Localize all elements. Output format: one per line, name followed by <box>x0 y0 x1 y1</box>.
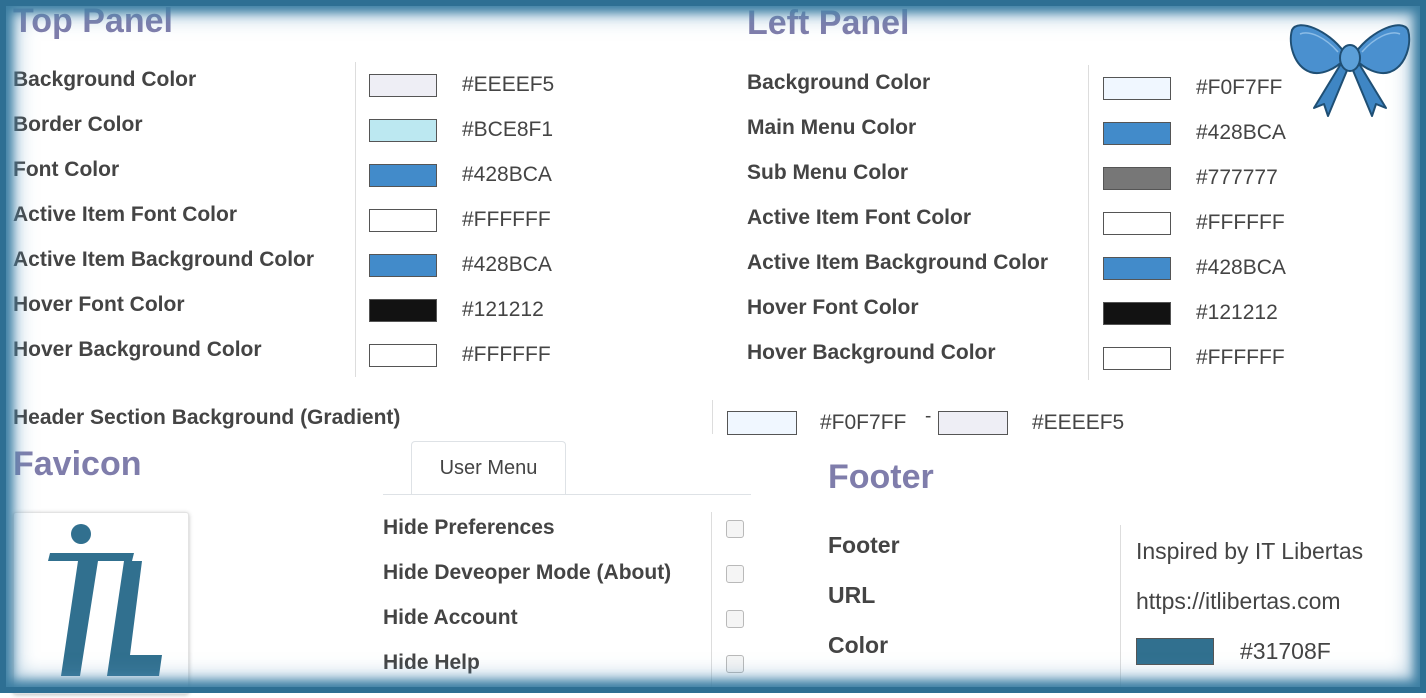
left-panel-hex-value: #428BCA <box>1196 121 1286 144</box>
left-panel-row-label: Main Menu Color <box>747 116 917 139</box>
header-section-divider <box>712 400 713 434</box>
top-panel-divider <box>355 62 356 377</box>
footer-url-label: URL <box>828 582 876 608</box>
left-panel-color-swatch[interactable] <box>1103 77 1171 100</box>
header-section-label: Header Section Background (Gradient) <box>13 406 401 429</box>
top-panel-title: Top Panel <box>13 2 173 40</box>
left-panel-hex-value: #777777 <box>1196 166 1278 189</box>
top-panel-row-label: Font Color <box>13 158 120 181</box>
user-menu-option-label: Hide Help <box>383 651 480 674</box>
top-panel-row-label: Hover Background Color <box>13 338 262 361</box>
tab-user-menu[interactable]: User Menu <box>411 441 566 495</box>
left-panel-row-label: Sub Menu Color <box>747 161 908 184</box>
top-panel-row-label: Hover Font Color <box>13 293 185 316</box>
header-gradient-end-swatch[interactable] <box>938 411 1008 435</box>
header-gradient-start-hex: #F0F7FF <box>820 411 907 434</box>
left-panel-color-swatch[interactable] <box>1103 212 1171 235</box>
left-panel-hex-value: #F0F7FF <box>1196 76 1283 99</box>
left-panel-hex-value: #FFFFFF <box>1196 211 1285 234</box>
user-menu-option-checkbox[interactable] <box>726 565 744 583</box>
top-panel-hex-value: #FFFFFF <box>462 343 551 366</box>
top-panel-color-swatch[interactable] <box>369 209 437 232</box>
user-menu-option-checkbox[interactable] <box>726 520 744 538</box>
top-panel-row-label: Active Item Background Color <box>13 248 315 271</box>
left-panel-title: Left Panel <box>747 4 910 42</box>
top-panel-row-label: Border Color <box>13 113 143 136</box>
footer-color-label: Color <box>828 632 889 658</box>
top-panel-hex-value: #428BCA <box>462 163 552 186</box>
left-panel-color-swatch[interactable] <box>1103 302 1171 325</box>
left-panel-color-swatch[interactable] <box>1103 347 1171 370</box>
header-gradient-separator: - <box>925 406 932 427</box>
top-panel-hex-value: #121212 <box>462 298 544 321</box>
user-menu-option-label: Hide Account <box>383 606 518 629</box>
footer-text-label: Footer <box>828 532 900 558</box>
footer-color-hex: #31708F <box>1240 638 1331 664</box>
top-panel-color-swatch[interactable] <box>369 254 437 277</box>
top-panel-color-swatch[interactable] <box>369 164 437 187</box>
left-panel-color-swatch[interactable] <box>1103 122 1171 145</box>
top-panel-hex-value: #FFFFFF <box>462 208 551 231</box>
itl-logo-icon <box>48 524 162 676</box>
left-panel-hex-value: #FFFFFF <box>1196 346 1285 369</box>
left-panel-row-label: Active Item Font Color <box>747 206 972 229</box>
footer-divider <box>1120 525 1121 693</box>
footer-title: Footer <box>828 458 934 496</box>
user-menu-option-label: Hide Preferences <box>383 516 555 539</box>
top-panel-color-swatch[interactable] <box>369 299 437 322</box>
user-menu-option-checkbox[interactable] <box>726 655 744 673</box>
header-gradient-end-hex: #EEEEF5 <box>1032 411 1125 434</box>
ribbon-bow-icon <box>1289 24 1411 117</box>
left-panel-hex-value: #428BCA <box>1196 256 1286 279</box>
left-panel-row-label: Hover Background Color <box>747 341 996 364</box>
tab-divider-line <box>383 494 751 495</box>
user-menu-option-label: Hide Deveoper Mode (About) <box>383 561 672 584</box>
left-panel-row-label: Hover Font Color <box>747 296 919 319</box>
top-panel-row-label: Background Color <box>13 68 197 91</box>
footer-url-value[interactable]: https://itlibertas.com <box>1136 588 1341 615</box>
top-panel-hex-value: #428BCA <box>462 253 552 276</box>
left-panel-row-label: Background Color <box>747 71 931 94</box>
tab-user-menu-label: User Menu <box>439 457 538 479</box>
top-panel-hex-value: #BCE8F1 <box>462 118 554 141</box>
top-panel-color-swatch[interactable] <box>369 74 437 97</box>
favicon-title: Favicon <box>13 445 142 483</box>
left-panel-divider <box>1088 65 1089 380</box>
top-panel-color-swatch[interactable] <box>369 119 437 142</box>
footer-text-value[interactable]: Inspired by IT Libertas <box>1136 538 1363 565</box>
header-gradient-start-swatch[interactable] <box>727 411 797 435</box>
left-panel-row-label: Active Item Background Color <box>747 251 1049 274</box>
user-menu-divider <box>711 512 712 693</box>
left-panel-hex-value: #121212 <box>1196 301 1278 324</box>
footer-color-swatch[interactable] <box>1136 638 1214 665</box>
favicon-preview[interactable] <box>13 512 189 694</box>
top-panel-hex-value: #EEEEF5 <box>462 73 555 96</box>
left-panel-color-swatch[interactable] <box>1103 167 1171 190</box>
top-panel-row-label: Active Item Font Color <box>13 203 238 226</box>
user-menu-option-checkbox[interactable] <box>726 610 744 628</box>
top-panel-color-swatch[interactable] <box>369 344 437 367</box>
left-panel-color-swatch[interactable] <box>1103 257 1171 280</box>
